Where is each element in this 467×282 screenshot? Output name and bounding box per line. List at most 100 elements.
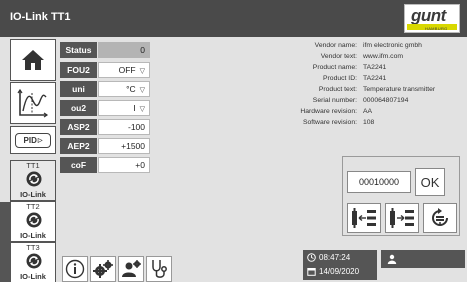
side-strip: [0, 202, 10, 282]
upload-device-icon: [390, 208, 414, 228]
user-indicator[interactable]: [381, 250, 465, 268]
info-row: Vendor text: www.ifm.com: [252, 53, 464, 64]
reset-icon: [432, 208, 448, 226]
param-label: ou2: [60, 100, 97, 116]
info-value: AA: [363, 108, 373, 115]
io-label: IO-Link: [20, 231, 46, 240]
info-key: Serial number:: [312, 97, 357, 104]
info-row: Serial number: 000064807194: [252, 97, 464, 108]
info-row: Product name: TA2241: [252, 64, 464, 75]
param-value-text: OFF: [118, 65, 136, 75]
clock-icon: [307, 253, 316, 262]
param-label: Status: [60, 42, 97, 58]
info-key: Product text:: [318, 86, 357, 93]
info-value: 000064807194: [363, 97, 409, 104]
command-panel: 00010000 OK: [342, 156, 460, 236]
info-button[interactable]: [62, 256, 88, 282]
command-code-field[interactable]: 00010000: [347, 171, 411, 193]
dropdown-icon: ▽: [139, 68, 145, 75]
info-row: Product ID: TA2241: [252, 75, 464, 86]
date-text: 14/09/2020: [319, 267, 360, 276]
pid-button[interactable]: PID ▷: [10, 126, 56, 154]
info-value: TA2241: [363, 75, 387, 82]
stethoscope-icon: [152, 260, 167, 278]
io-tag: TT2: [26, 202, 40, 211]
info-key: Hardware revision:: [300, 108, 357, 115]
io-link-tt1-button[interactable]: TT1 IO-Link: [10, 160, 56, 201]
fou2-select[interactable]: OFF ▽: [98, 62, 150, 78]
info-value: TA2241: [363, 64, 387, 71]
diagnostics-button[interactable]: [146, 256, 172, 282]
param-row-status: Status 0: [60, 42, 150, 58]
param-label: AEP2: [60, 138, 97, 154]
trend-button[interactable]: [10, 82, 56, 124]
param-value-text: +1500: [121, 141, 145, 151]
param-row-aep2: AEP2 +1500: [60, 138, 150, 154]
param-label: uni: [60, 81, 97, 97]
upload-device-button[interactable]: [385, 203, 419, 233]
home-button[interactable]: [10, 39, 56, 81]
settings-icon: [93, 260, 113, 278]
dropdown-icon: ▽: [139, 87, 145, 94]
param-value-text: +0: [135, 160, 145, 170]
param-row-uni: uni °C ▽: [60, 81, 150, 97]
param-label: coF: [60, 157, 97, 173]
aep2-input[interactable]: +1500: [98, 138, 150, 154]
info-key: Vendor text:: [320, 53, 357, 60]
ok-label: OK: [420, 174, 440, 190]
user-icon: [387, 254, 397, 264]
io-label: IO-Link: [20, 272, 46, 281]
cof-input[interactable]: +0: [98, 157, 150, 173]
param-row-ou2: ou2 I ▽: [60, 100, 150, 116]
io-link-tt3-button[interactable]: TT3 IO-Link: [10, 242, 56, 282]
title-bar: IO-Link TT1 gunt HAMBURG: [0, 0, 467, 37]
settings-button[interactable]: [90, 256, 116, 282]
io-label: IO-Link: [20, 190, 46, 199]
param-row-fou2: FOU2 OFF ▽: [60, 62, 150, 78]
home-icon: [22, 50, 44, 70]
info-row: Software revision: 108: [252, 119, 464, 130]
ou2-select[interactable]: I ▽: [98, 100, 150, 116]
info-key: Product name:: [312, 64, 357, 71]
sidebar: PID ▷ TT1 IO-Link TT2 IO-Link TT3 IO-Lin…: [10, 39, 56, 282]
info-icon: [65, 259, 85, 279]
ok-button[interactable]: OK: [415, 168, 445, 196]
param-row-cof: coF +0: [60, 157, 150, 173]
logo-wordmark: gunt: [411, 6, 446, 25]
param-value-text: I: [133, 103, 136, 113]
refresh-icon: [26, 253, 42, 269]
user-settings-button[interactable]: [118, 256, 144, 282]
user-settings-icon: [122, 260, 141, 277]
refresh-icon: [26, 212, 42, 228]
io-tag: TT1: [26, 161, 40, 170]
info-key: Software revision:: [302, 119, 357, 126]
info-row: Vendor name: ifm electronic gmbh: [252, 42, 464, 53]
calendar-icon: [307, 268, 316, 276]
download-device-icon: [352, 208, 376, 228]
download-device-button[interactable]: [347, 203, 381, 233]
window-title: IO-Link TT1: [10, 11, 71, 23]
info-value: ifm electronic gmbh: [363, 42, 422, 49]
info-row: Hardware revision: AA: [252, 108, 464, 119]
io-link-tt2-button[interactable]: TT2 IO-Link: [10, 201, 56, 242]
info-key: Vendor name:: [314, 42, 357, 49]
pid-icon: PID ▷: [15, 132, 51, 148]
param-label: FOU2: [60, 62, 97, 78]
clock-display: 08:47:24 14/09/2020: [303, 250, 377, 280]
info-value: Temperature transmitter: [363, 86, 436, 93]
info-value: www.ifm.com: [363, 53, 404, 60]
info-key: Product ID:: [323, 75, 357, 82]
param-value-text: °C: [126, 84, 136, 94]
status-value: 0: [98, 42, 150, 58]
info-value: 108: [363, 119, 375, 126]
param-row-asp2: ASP2 -100: [60, 119, 150, 135]
time-text: 08:47:24: [319, 253, 351, 262]
info-row: Product text: Temperature transmitter: [252, 86, 464, 97]
trend-chart-icon: [17, 88, 49, 118]
reset-button[interactable]: [423, 203, 457, 233]
asp2-input[interactable]: -100: [98, 119, 150, 135]
uni-select[interactable]: °C ▽: [98, 81, 150, 97]
gunt-logo: gunt HAMBURG: [404, 4, 460, 33]
io-tag: TT3: [26, 243, 40, 252]
logo-subtext: HAMBURG: [425, 26, 448, 31]
